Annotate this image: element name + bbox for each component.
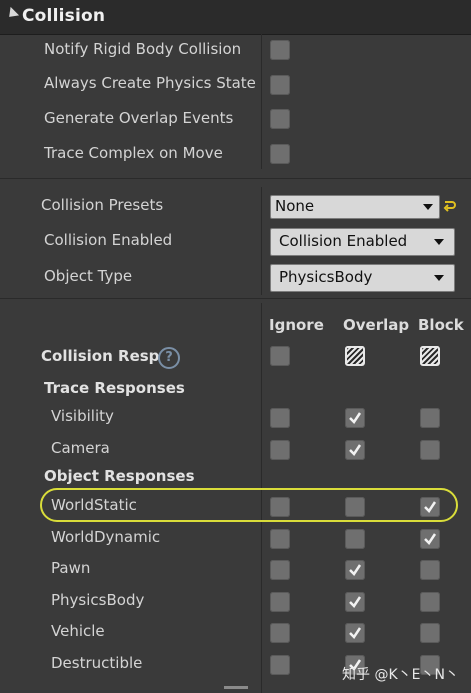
all-ignore-checkbox[interactable] <box>270 346 290 366</box>
notify-rigid-body-label: Notify Rigid Body Collision <box>44 40 242 58</box>
ignore-checkbox[interactable] <box>270 623 290 643</box>
trace-complex-label: Trace Complex on Move <box>44 144 223 162</box>
highlight-outline <box>40 488 458 522</box>
notify-rigid-body-checkbox[interactable] <box>270 40 290 60</box>
column-header-block: Block <box>418 316 464 334</box>
collision-presets-dropdown[interactable]: None <box>270 195 440 219</box>
all-overlap-checkbox[interactable] <box>345 346 365 366</box>
chevron-down-icon <box>434 275 444 281</box>
column-header-ignore: Ignore <box>269 316 324 334</box>
checkmark-icon <box>424 533 437 545</box>
resize-handle[interactable] <box>224 686 248 689</box>
chevron-down-icon <box>434 239 444 245</box>
column-header-overlap: Overlap <box>343 316 410 334</box>
response-row-label: Camera <box>51 439 110 457</box>
block-checkbox[interactable] <box>420 623 440 643</box>
column-divider <box>261 187 262 295</box>
ignore-checkbox[interactable] <box>270 408 290 428</box>
collision-enabled-label: Collision Enabled <box>44 231 173 249</box>
collision-responses-label: Collision Resp <box>41 347 160 365</box>
response-row-label: Vehicle <box>51 622 105 640</box>
overlap-checkbox[interactable] <box>345 592 365 612</box>
ignore-checkbox[interactable] <box>270 440 290 460</box>
block-checkbox[interactable] <box>420 440 440 460</box>
all-block-checkbox[interactable] <box>420 346 440 366</box>
response-row-label: WorldDynamic <box>51 528 161 546</box>
generate-overlap-checkbox[interactable] <box>270 109 290 129</box>
trace-complex-checkbox[interactable] <box>270 144 290 164</box>
response-row-label: PhysicsBody <box>51 591 145 609</box>
checkmark-icon <box>349 412 362 424</box>
ignore-checkbox[interactable] <box>270 655 290 675</box>
always-create-physics-label: Always Create Physics State <box>44 74 256 92</box>
block-checkbox[interactable] <box>420 529 440 549</box>
section-title: Collision <box>22 6 106 26</box>
group-separator <box>0 178 471 179</box>
ignore-checkbox[interactable] <box>270 592 290 612</box>
block-checkbox[interactable] <box>420 592 440 612</box>
overlap-checkbox[interactable] <box>345 529 365 549</box>
help-icon[interactable]: ? <box>158 347 180 369</box>
collision-enabled-dropdown[interactable]: Collision Enabled <box>270 228 455 256</box>
response-row-label: Pawn <box>51 559 91 577</box>
object-type-dropdown[interactable]: PhysicsBody <box>270 264 455 292</box>
collision-presets-value: None <box>275 197 315 215</box>
block-checkbox[interactable] <box>420 560 440 580</box>
reset-to-default-icon[interactable] <box>441 199 457 213</box>
trace-responses-label: Trace Responses <box>44 379 185 397</box>
watermark: 知乎 @K丶E丶N丶 <box>342 667 459 683</box>
object-type-label: Object Type <box>44 267 133 285</box>
column-divider <box>261 34 262 169</box>
checkmark-icon <box>349 444 362 456</box>
block-checkbox[interactable] <box>420 408 440 428</box>
object-type-value: PhysicsBody <box>279 268 373 286</box>
object-responses-label: Object Responses <box>44 467 195 485</box>
collision-presets-label: Collision Presets <box>41 196 164 214</box>
ignore-checkbox[interactable] <box>270 529 290 549</box>
collision-panel: Collision Notify Rigid Body Collision Al… <box>0 0 471 693</box>
group-separator <box>0 298 471 299</box>
response-row-label: Destructible <box>51 654 143 672</box>
section-header[interactable]: Collision <box>0 0 471 35</box>
checkmark-icon <box>349 596 362 608</box>
overlap-checkbox[interactable] <box>345 440 365 460</box>
checkmark-icon <box>349 627 362 639</box>
overlap-checkbox[interactable] <box>345 408 365 428</box>
collapse-arrow-icon[interactable] <box>4 6 20 22</box>
always-create-physics-checkbox[interactable] <box>270 75 290 95</box>
chevron-down-icon <box>423 204 433 210</box>
overlap-checkbox[interactable] <box>345 623 365 643</box>
overlap-checkbox[interactable] <box>345 560 365 580</box>
ignore-checkbox[interactable] <box>270 560 290 580</box>
checkmark-icon <box>349 564 362 576</box>
collision-enabled-value: Collision Enabled <box>279 232 408 250</box>
generate-overlap-label: Generate Overlap Events <box>44 109 234 127</box>
response-row-label: Visibility <box>51 407 114 425</box>
